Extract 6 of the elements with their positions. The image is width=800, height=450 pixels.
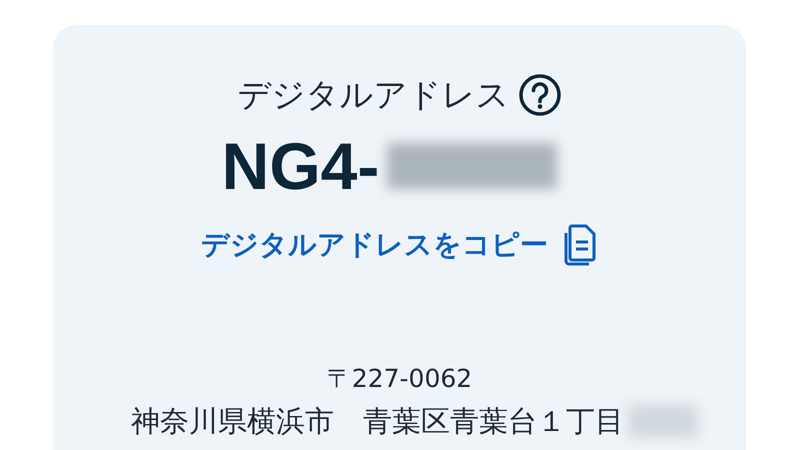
- title: デジタルアドレス: [238, 74, 510, 116]
- address-text: 神奈川県横浜市 青葉区青葉台１丁目: [131, 403, 624, 440]
- copy-link[interactable]: デジタルアドレスをコピー: [201, 223, 598, 267]
- postal-code: 〒227-0062: [326, 363, 472, 395]
- help-icon[interactable]: [518, 73, 562, 117]
- address-code: NG4-: [222, 133, 380, 199]
